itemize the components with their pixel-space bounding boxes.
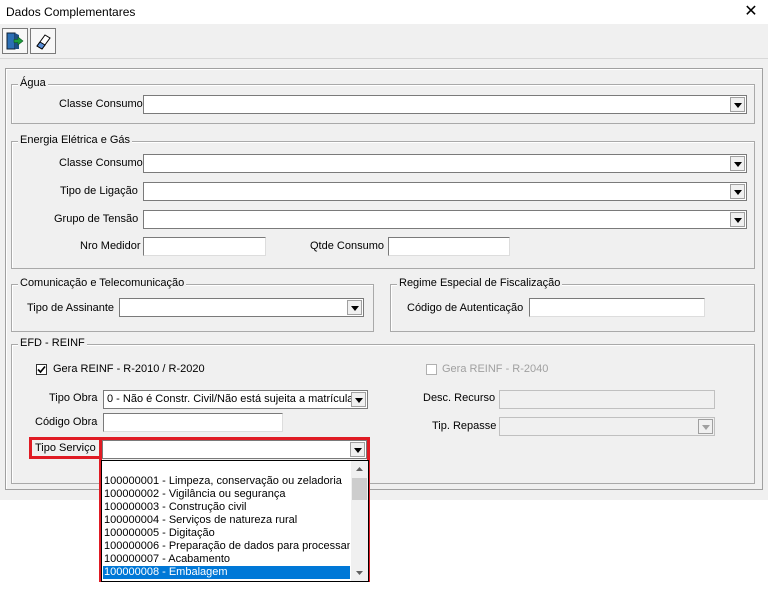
toolbar [0,24,768,59]
tipo-obra-value: 0 - Não é Constr. Civil/Não está sujeita… [107,393,351,405]
qtde-consumo-label: Qtde Consumo [310,240,384,252]
tipo-servico-label: Tipo Serviço [35,442,96,454]
close-icon[interactable]: ✕ [740,2,762,22]
chevron-down-icon[interactable] [698,419,713,434]
energia-classe-consumo-select[interactable] [143,154,747,173]
list-item[interactable]: 100000006 - Preparação de dados para pro… [104,540,350,553]
checkmark-icon [37,365,46,374]
comunicacao-legend: Comunicação e Telecomunicação [18,277,187,289]
codigo-obra-label: Código Obra [35,416,98,428]
tip-repasse-label: Tip. Repasse [432,420,497,432]
chevron-down-icon[interactable] [351,392,366,407]
list-item[interactable]: 100000007 - Acabamento [104,553,350,566]
tipo-obra-label: Tipo Obra [49,392,98,404]
chevron-down-icon[interactable] [350,442,365,457]
nro-medidor-input[interactable] [143,237,266,256]
nro-medidor-label: Nro Medidor [80,240,141,252]
tipo-servico-select[interactable] [102,440,367,459]
tipo-assinante-select[interactable] [119,298,364,317]
gera-r2010-checkbox[interactable] [36,364,47,375]
tip-repasse-select[interactable] [499,417,715,436]
eraser-icon [36,34,51,50]
grupo-tensao-label: Grupo de Tensão [54,213,139,225]
tipo-servico-dropdown-list[interactable]: 100000001 - Limpeza, conservação ou zela… [101,460,369,582]
grupo-tensao-select[interactable] [143,210,747,229]
list-item[interactable]: 100000001 - Limpeza, conservação ou zela… [104,475,350,488]
desc-recurso-input[interactable] [499,390,715,409]
regime-legend: Regime Especial de Fiscalização [397,277,563,289]
list-item-selected[interactable]: 100000008 - Embalagem [103,566,350,579]
agua-legend: Água [18,77,48,89]
exit-door-icon [6,32,24,50]
tipo-obra-select[interactable]: 0 - Não é Constr. Civil/Não está sujeita… [103,390,368,409]
window-title: Dados Complementares [6,5,136,19]
agua-classe-consumo-select[interactable] [143,95,747,114]
codigo-autenticacao-label: Código de Autenticação [407,302,524,314]
tipo-ligacao-label: Tipo de Ligação [60,185,138,197]
list-item[interactable]: 100000003 - Construção civil [104,501,350,514]
dropdown-scrollbar[interactable] [351,461,368,581]
gera-r2010-label: Gera REINF - R-2010 / R-2020 [53,363,205,375]
codigo-autenticacao-input[interactable] [529,298,705,317]
scroll-up-icon[interactable] [351,461,368,478]
list-item[interactable]: 100000004 - Serviços de natureza rural [104,514,350,527]
chevron-down-icon[interactable] [730,97,745,112]
tipo-assinante-label: Tipo de Assinante [27,302,115,314]
list-item[interactable]: 100000005 - Digitação [104,527,350,540]
desc-recurso-label: Desc. Recurso [423,392,496,404]
exit-button[interactable] [2,28,28,54]
gera-r2040-checkbox[interactable] [426,364,437,375]
agua-classe-consumo-label: Classe Consumo [59,98,143,110]
qtde-consumo-input[interactable] [388,237,510,256]
gera-r2040-label: Gera REINF - R-2040 [442,363,549,375]
scroll-down-icon[interactable] [351,564,368,581]
clear-button[interactable] [30,28,56,54]
energia-classe-consumo-label: Classe Consumo [59,157,143,169]
energia-legend: Energia Elétrica e Gás [18,134,133,146]
codigo-obra-input[interactable] [103,413,283,432]
reinf-legend: EFD - REINF [18,337,87,349]
chevron-down-icon[interactable] [730,212,745,227]
chevron-down-icon[interactable] [347,300,362,315]
list-item[interactable]: 100000002 - Vigilância ou segurança [104,488,350,501]
chevron-down-icon[interactable] [730,184,745,199]
scrollbar-thumb[interactable] [352,478,367,500]
chevron-down-icon[interactable] [730,156,745,171]
tipo-ligacao-select[interactable] [143,182,747,201]
